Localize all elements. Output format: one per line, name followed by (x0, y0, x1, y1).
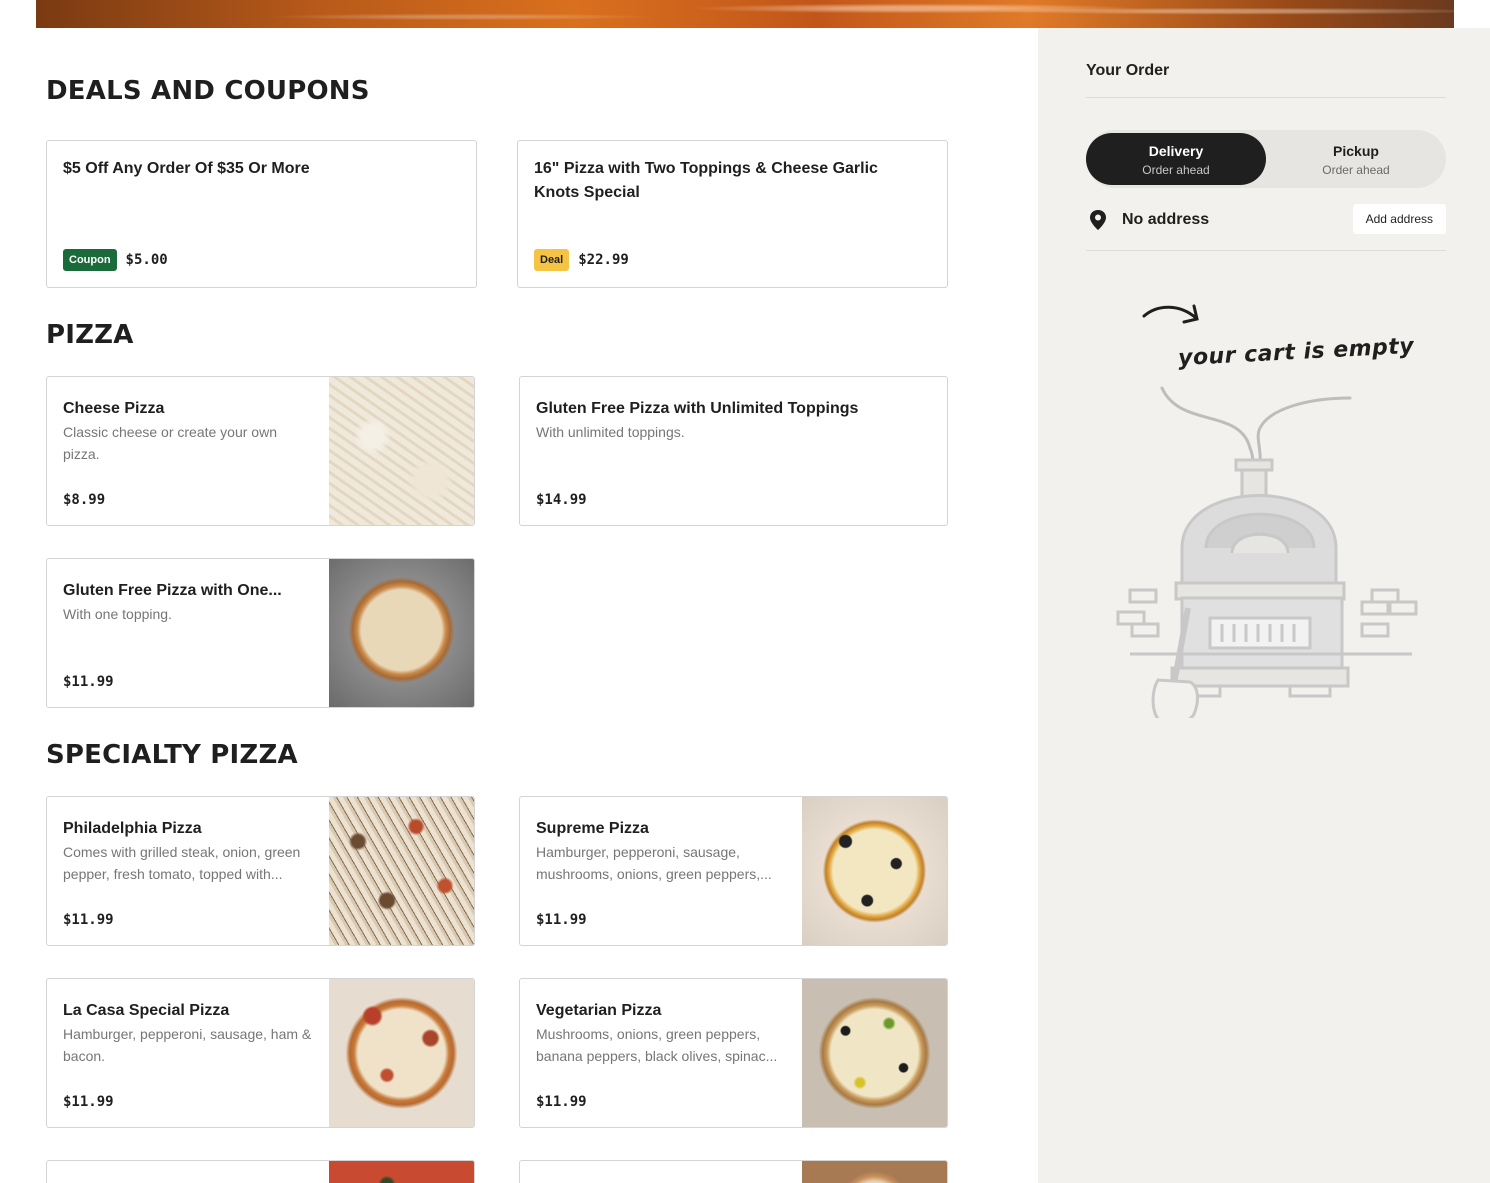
item-description: Mushrooms, onions, green peppers, banana… (536, 1026, 778, 1064)
order-title: Your Order (1086, 62, 1170, 79)
menu-item-gluten-free-unlimited[interactable]: Gluten Free Pizza with Unlimited Topping… (519, 376, 948, 526)
menu-item-la-casa-special[interactable]: La Casa Special Pizza Hamburger, peppero… (46, 978, 475, 1128)
item-name: Gluten Free Pizza with Unlimited Topping… (536, 400, 859, 417)
item-image (329, 797, 474, 945)
delivery-pickup-toggle: Delivery Order ahead Pickup Order ahead (1086, 130, 1446, 188)
item-description: Hamburger, pepperoni, sausage, ham & bac… (63, 1026, 312, 1064)
item-name: La Casa Special Pizza (63, 1002, 230, 1019)
location-pin-icon (1090, 210, 1106, 230)
item-image (802, 1161, 947, 1183)
item-image (329, 1161, 474, 1183)
menu-item-supreme-pizza[interactable]: Supreme Pizza Hamburger, pepperoni, saus… (519, 796, 948, 946)
deal-name: 16" Pizza with Two Toppings & Cheese Gar… (534, 160, 878, 201)
hero-banner-image (36, 0, 1454, 28)
menu-item-gluten-free-one[interactable]: Gluten Free Pizza with One... With one t… (46, 558, 475, 708)
coupon-badge: Coupon (63, 249, 117, 271)
deal-card-pizza-special[interactable]: 16" Pizza with Two Toppings & Cheese Gar… (517, 140, 948, 288)
deal-price: $22.99 (578, 252, 629, 268)
item-price: $11.99 (63, 912, 114, 928)
item-price: $11.99 (63, 674, 114, 690)
menu-item-partial-left[interactable] (46, 1160, 475, 1183)
menu-item-partial-right[interactable] (519, 1160, 948, 1183)
item-description: Classic cheese or create your own pizza. (63, 424, 277, 462)
menu-item-philadelphia-pizza[interactable]: Philadelphia Pizza Comes with grilled st… (46, 796, 475, 946)
item-price: $11.99 (63, 1094, 114, 1110)
item-name: Philadelphia Pizza (63, 820, 202, 837)
deal-price-row: Coupon $5.00 (63, 249, 168, 271)
item-image (802, 979, 947, 1127)
deal-price: $5.00 (125, 252, 168, 268)
deal-name: $5 Off Any Order Of $35 Or More (63, 160, 310, 177)
curved-arrow-icon (1142, 304, 1199, 324)
item-description: Hamburger, pepperoni, sausage, mushrooms… (536, 844, 772, 882)
item-image (329, 559, 474, 707)
pizza-oven-illustration (1116, 458, 1418, 718)
pickup-sublabel: Order ahead (1322, 163, 1390, 177)
section-title-specialty: SPECIALTY PIZZA (46, 740, 298, 770)
delivery-label: Delivery (1148, 143, 1204, 159)
item-description: With unlimited toppings. (536, 424, 685, 440)
address-row: No address Add address (1086, 204, 1446, 236)
section-title-pizza: PIZZA (46, 320, 134, 350)
menu-item-cheese-pizza[interactable]: Cheese Pizza Classic cheese or create yo… (46, 376, 475, 526)
pickup-option[interactable]: Pickup Order ahead (1266, 133, 1446, 185)
item-image (329, 377, 474, 525)
add-address-button[interactable]: Add address (1352, 204, 1446, 234)
deal-price-row: Deal $22.99 (534, 249, 629, 271)
item-image (802, 797, 947, 945)
deal-card-coupon[interactable]: $5 Off Any Order Of $35 Or More Coupon $… (46, 140, 477, 288)
item-name: Gluten Free Pizza with One... (63, 582, 282, 599)
address-text: No address (1122, 211, 1210, 228)
divider (1086, 97, 1446, 98)
item-description: Comes with grilled steak, onion, green p… (63, 844, 301, 882)
item-name: Supreme Pizza (536, 820, 649, 837)
menu-item-vegetarian-pizza[interactable]: Vegetarian Pizza Mushrooms, onions, gree… (519, 978, 948, 1128)
pickup-label: Pickup (1333, 143, 1379, 159)
item-description: With one topping. (63, 606, 172, 622)
delivery-sublabel: Order ahead (1142, 163, 1210, 177)
item-price: $11.99 (536, 912, 587, 928)
item-price: $14.99 (536, 492, 587, 508)
section-title-deals: DEALS AND COUPONS (46, 76, 370, 106)
order-sidebar: Your Order Delivery Order ahead Pickup O… (1038, 28, 1490, 1183)
item-price: $8.99 (63, 492, 106, 508)
divider (1086, 250, 1446, 251)
item-image (329, 979, 474, 1127)
item-price: $11.99 (536, 1094, 587, 1110)
deal-badge: Deal (534, 249, 570, 271)
item-name: Vegetarian Pizza (536, 1002, 662, 1019)
item-name: Cheese Pizza (63, 400, 165, 417)
delivery-option[interactable]: Delivery Order ahead (1086, 133, 1266, 185)
